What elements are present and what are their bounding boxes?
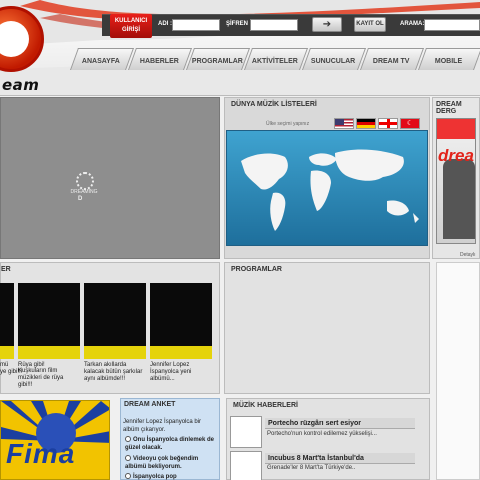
- search-label: ARAMA:: [400, 21, 425, 27]
- flag-us-icon[interactable]: [334, 118, 354, 129]
- videos-title: ER: [1, 266, 11, 273]
- search-input[interactable]: [424, 19, 480, 31]
- video-caption-1[interactable]: mü ye gibi!!!: [0, 362, 22, 376]
- poll-title: DREAM ANKET: [124, 401, 176, 408]
- tab-mobile[interactable]: MOBILE: [417, 48, 480, 70]
- news-thumb-2[interactable]: [230, 451, 262, 480]
- arrow-right-icon: ➔: [322, 19, 332, 30]
- tab-dream-tv[interactable]: DREAM TV: [359, 48, 425, 70]
- password-input[interactable]: [250, 19, 298, 31]
- logo-text[interactable]: eam: [2, 76, 39, 94]
- video-stripe-2: [18, 346, 80, 359]
- register-button[interactable]: KAYIT OL: [354, 17, 386, 32]
- radio-icon[interactable]: [125, 436, 131, 442]
- fima-brand[interactable]: Fima: [6, 438, 75, 470]
- tab-haberler[interactable]: HABERLER: [127, 48, 193, 70]
- video-stripe-1: [0, 346, 14, 359]
- video-stripe-4: [150, 346, 212, 359]
- video-caption-3[interactable]: Tarkan akıllarda kalacak bütün şarkılar …: [84, 362, 148, 383]
- world-charts-title: DÜNYA MÜZİK LİSTELERİ: [231, 101, 317, 108]
- music-news-title: MÜZİK HABERLERİ: [233, 402, 298, 409]
- main-nav: ANASAYFA HABERLER PROGRAMLAR AKTİVİTELER…: [60, 44, 480, 72]
- video-player[interactable]: [0, 97, 220, 259]
- world-map-icon: [241, 149, 419, 231]
- flag-de-icon[interactable]: [356, 118, 376, 129]
- sidebar-scroll-area[interactable]: [436, 262, 480, 480]
- magazine-detail-link[interactable]: Detaylı: [460, 252, 476, 258]
- video-caption-4[interactable]: Jennifer Lopez İspanyolca yeni albümü...: [150, 362, 212, 383]
- player-letter: D: [78, 196, 83, 202]
- poll-question: Jennifer Lopez İspanyolca bir albüm çıka…: [123, 419, 202, 433]
- country-prompt: Ülke seçimi yapınız: [266, 121, 310, 127]
- loading-spinner-icon: [76, 172, 94, 190]
- world-map[interactable]: [226, 130, 428, 246]
- tab-anasayfa[interactable]: ANASAYFA: [69, 48, 135, 70]
- news-headline-1[interactable]: Portecho rüzgârı sert esiyor: [265, 418, 415, 429]
- poll-option-1[interactable]: Onu İspanyolca dinlemek de güzel olacak.: [125, 436, 219, 452]
- site-header: eam KULLANICI GİRİŞİ ADI : ŞİFREN : ➔ KA…: [0, 0, 480, 96]
- news-summary-1: Portecho'nun kontrol edilemez yükselişi.…: [267, 431, 377, 437]
- username-label: ADI :: [158, 21, 172, 27]
- radio-icon[interactable]: [125, 473, 131, 479]
- poll-option-2[interactable]: Videoyu çok beğendim albümü bekliyorum.: [125, 455, 219, 471]
- magazine-cover-title: drea: [438, 146, 474, 165]
- page: eam KULLANICI GİRİŞİ ADI : ŞİFREN : ➔ KA…: [0, 0, 480, 480]
- radio-icon[interactable]: [125, 455, 131, 461]
- programs-title: PROGRAMLAR: [231, 266, 282, 273]
- player-status: DREAMING: [70, 189, 98, 195]
- login-go-button[interactable]: ➔: [312, 17, 342, 32]
- programs-panel: PROGRAMLAR: [224, 262, 430, 394]
- video-caption-2b[interactable]: Kuşkuların film müzikleri de rüya gibi!!…: [18, 368, 78, 389]
- video-stripe-3: [84, 346, 146, 359]
- news-headline-2[interactable]: Incubus 8 Mart'ta İstanbul'da: [265, 453, 415, 464]
- poll-option-3[interactable]: İspanyolca pop: [125, 473, 219, 480]
- tab-aktiviteler[interactable]: AKTİVİTELER: [243, 48, 309, 70]
- tab-sunucular[interactable]: SUNUCULAR: [301, 48, 367, 70]
- magazine-title: DREAM DERG: [436, 101, 462, 115]
- news-summary-2: Grenade'ler 8 Mart'ta Türkiye'de..: [267, 465, 356, 471]
- username-input[interactable]: [172, 19, 220, 31]
- flag-ge-icon[interactable]: [378, 118, 398, 129]
- news-thumb-1[interactable]: [230, 416, 262, 448]
- flag-tr-icon[interactable]: ☾: [400, 118, 420, 129]
- magazine-cover[interactable]: [436, 118, 476, 244]
- password-label: ŞİFREN :: [226, 21, 252, 27]
- tab-programlar[interactable]: PROGRAMLAR: [185, 48, 251, 70]
- login-button[interactable]: KULLANICI GİRİŞİ: [110, 14, 152, 38]
